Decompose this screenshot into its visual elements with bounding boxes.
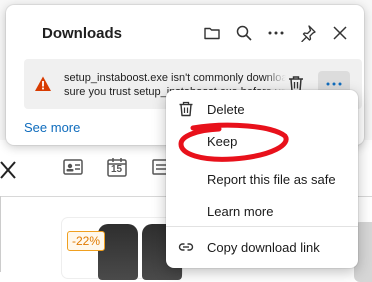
trash-icon xyxy=(179,101,193,117)
download-context-menu: Delete Keep Report this file as safe Lea… xyxy=(166,90,358,268)
calendar-day: 15 xyxy=(111,164,123,175)
more-options-button[interactable] xyxy=(266,23,286,43)
calendar-icon[interactable]: 15 xyxy=(106,156,128,178)
menu-item-label: Delete xyxy=(207,102,245,117)
download-warning-line-1: setup_instaboost.exe isn't commonly down… xyxy=(64,72,286,84)
menu-item-label: Keep xyxy=(207,134,238,149)
discount-badge: -22% xyxy=(67,231,106,251)
menu-item-delete[interactable]: Delete xyxy=(166,94,358,124)
folder-icon xyxy=(204,27,220,40)
close-button[interactable] xyxy=(330,23,350,43)
background-sidebar-edge xyxy=(0,196,1,272)
warning-icon xyxy=(35,76,51,91)
search-icon xyxy=(236,25,252,41)
background-close-icon[interactable] xyxy=(0,158,18,182)
more-horizontal-icon xyxy=(326,82,342,86)
see-more-link[interactable]: See more xyxy=(24,120,80,135)
pin-button[interactable] xyxy=(298,23,318,43)
open-folder-button[interactable] xyxy=(202,23,222,43)
menu-item-label: Learn more xyxy=(207,204,274,219)
menu-item-label: Copy download link xyxy=(207,240,320,255)
link-icon xyxy=(178,243,194,251)
flyout-title: Downloads xyxy=(42,25,123,42)
menu-item-label: Report this file as safe xyxy=(207,172,336,187)
menu-item-keep[interactable]: Keep xyxy=(166,126,358,156)
close-icon xyxy=(333,26,347,40)
more-horizontal-icon xyxy=(268,31,284,35)
search-downloads-button[interactable] xyxy=(234,23,254,43)
contact-card-icon[interactable] xyxy=(62,156,84,178)
menu-item-learn-more[interactable]: Learn more xyxy=(166,196,358,226)
menu-item-copy-link[interactable]: Copy download link xyxy=(166,232,358,262)
menu-separator xyxy=(166,226,358,227)
menu-item-report-safe[interactable]: Report this file as safe xyxy=(166,164,358,194)
pin-icon xyxy=(301,25,316,42)
